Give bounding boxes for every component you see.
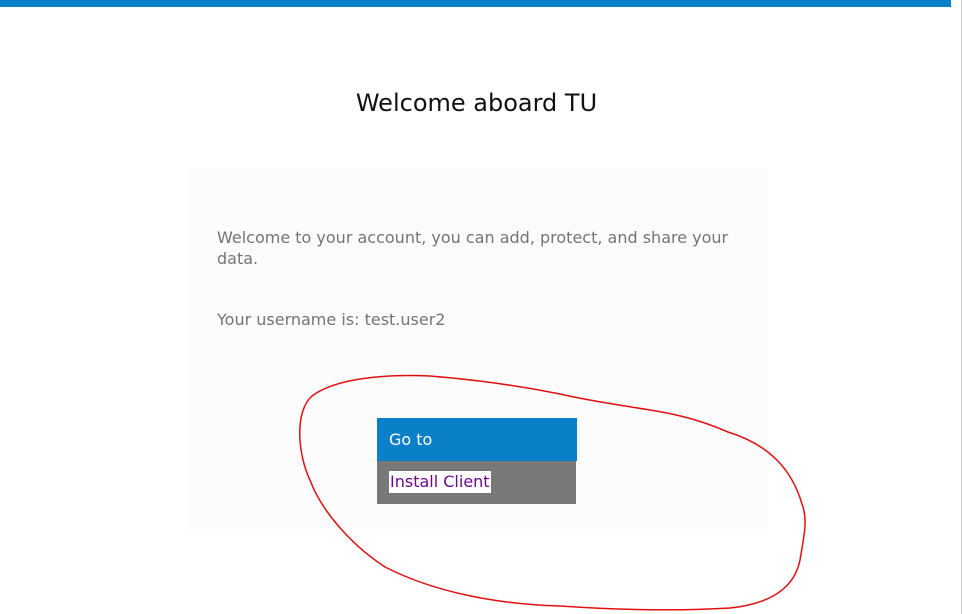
page-title: Welcome aboard TU [355, 89, 598, 117]
username-text: Your username is: test.user2 [217, 310, 446, 329]
install-client-link[interactable]: Install Client [389, 471, 491, 493]
install-client-row: Install Client [377, 461, 576, 504]
welcome-message: Welcome to your account, you can add, pr… [217, 228, 729, 268]
go-to-button[interactable]: Go to [377, 418, 577, 461]
top-accent-bar [0, 0, 951, 7]
right-edge-divider [961, 0, 962, 614]
page: Welcome aboard TU Welcome to your accoun… [0, 0, 963, 614]
